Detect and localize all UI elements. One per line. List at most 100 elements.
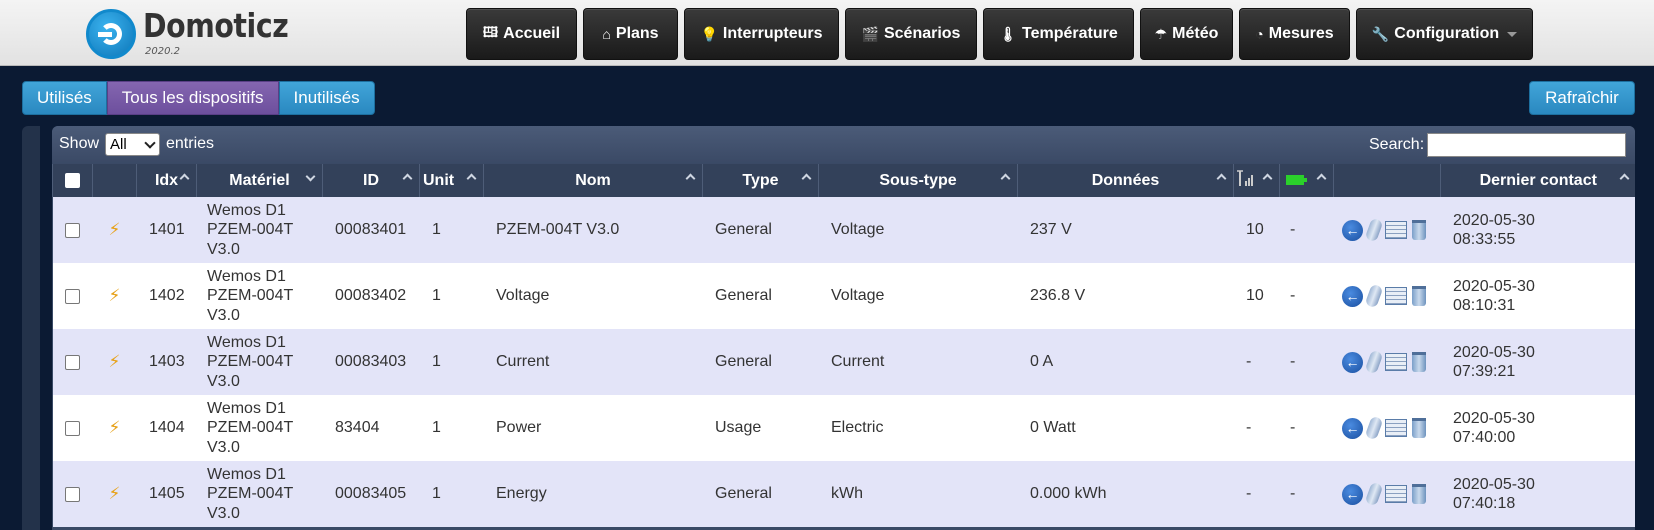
nav-meteo-button[interactable]: ☂ Météo [1140, 8, 1233, 60]
device-signal: 10 [1246, 287, 1264, 305]
device-idx: 1401 [149, 221, 185, 239]
row-checkbox[interactable] [65, 288, 80, 304]
device-data: 237 V [1030, 221, 1072, 239]
search-input[interactable] [1427, 133, 1626, 157]
row-checkbox[interactable] [65, 354, 80, 370]
back-arrow-icon[interactable]: ← [1342, 285, 1363, 307]
col-unit[interactable]: Unit [419, 164, 484, 197]
search-label: Search: [1369, 136, 1425, 153]
device-hardware: Wemos D1 PZEM-004T V3.0 [207, 465, 294, 522]
device-type-cell: ⚡ [93, 395, 137, 461]
icon-column-header [92, 164, 137, 197]
sort-asc-icon [179, 173, 190, 184]
device-unit: 1 [432, 353, 441, 371]
edit-pen-icon[interactable] [1364, 349, 1384, 375]
device-last-seen: 2020-05-30 07:40:18 [1453, 475, 1535, 513]
col-name[interactable]: Nom [483, 164, 703, 197]
select-all-header [52, 164, 93, 197]
table-row[interactable]: ⚡ 1404 Wemos D1 PZEM-004T V3.0 83404 1 Power Usa… [52, 395, 1635, 461]
table-row[interactable]: ⚡ 1401 Wemos D1 PZEM-004T V3.0 00083401 1 PZEM-… [52, 197, 1635, 263]
filter-used-button[interactable]: Utilisés [22, 81, 107, 115]
col-idx[interactable]: Idx [136, 164, 197, 197]
electricity-bolt-icon: ⚡ [108, 351, 121, 371]
log-icon[interactable] [1385, 287, 1407, 305]
row-checkbox[interactable] [65, 486, 80, 502]
col-hardware[interactable]: Matériel [196, 164, 323, 197]
back-arrow-icon[interactable]: ← [1342, 219, 1363, 241]
nav-scenarios-button[interactable]: 🎬 Scénarios [845, 8, 977, 60]
table-row[interactable]: ⚡ 1402 Wemos D1 PZEM-004T V3.0 00083402 1 Volta… [52, 263, 1635, 329]
device-data: 0 Watt [1030, 419, 1076, 437]
trash-icon[interactable] [1412, 484, 1426, 504]
edit-pen-icon[interactable] [1364, 415, 1384, 441]
table-row[interactable]: ⚡ 1405 Wemos D1 PZEM-004T V3.0 00083405 1 Energ… [52, 461, 1635, 527]
col-battery[interactable] [1279, 164, 1334, 197]
device-data: 0 A [1030, 353, 1054, 371]
trash-icon[interactable] [1412, 286, 1426, 306]
col-actions [1333, 164, 1441, 197]
entries-select[interactable]: All [105, 133, 160, 156]
device-id: 00083403 [335, 353, 407, 371]
nav-configuration-button[interactable]: 🔧 Configuration [1356, 8, 1533, 60]
table-row[interactable]: ⚡ 1403 Wemos D1 PZEM-004T V3.0 00083403 1 Curre… [52, 329, 1635, 395]
lightbulb-icon: 💡 [700, 25, 718, 42]
row-checkbox[interactable] [65, 420, 80, 436]
sort-asc-icon [1619, 173, 1629, 184]
edit-pen-icon[interactable] [1364, 217, 1384, 243]
nav-interrupteurs-button[interactable]: 💡 Interrupteurs [684, 8, 839, 60]
filter-all-button[interactable]: Tous les dispositifs [106, 81, 279, 115]
row-checkbox[interactable] [65, 222, 80, 238]
device-hardware: Wemos D1 PZEM-004T V3.0 [207, 399, 294, 456]
device-actions: ← [1334, 197, 1441, 263]
sort-asc-icon [1000, 173, 1011, 184]
col-signal[interactable] [1233, 164, 1280, 197]
col-last-seen[interactable]: Dernier contact [1440, 164, 1635, 197]
trash-icon[interactable] [1412, 418, 1426, 438]
log-icon[interactable] [1385, 419, 1407, 437]
device-id: 00083405 [335, 485, 407, 503]
row-select-cell [53, 197, 93, 263]
device-name: PZEM-004T V3.0 [496, 221, 620, 239]
back-arrow-icon[interactable]: ← [1342, 483, 1363, 505]
col-subtype[interactable]: Sous-type [818, 164, 1018, 197]
select-all-checkbox[interactable] [65, 172, 80, 188]
nav-temperature-button[interactable]: 🌡 Température [983, 8, 1134, 60]
table-header-row: Idx Matériel ID Unit Nom Type Sous-type … [52, 164, 1635, 197]
col-id[interactable]: ID [322, 164, 420, 197]
nav-plans-button[interactable]: ⌂ Plans [583, 8, 678, 60]
filter-unused-button[interactable]: Inutilisés [278, 81, 375, 115]
device-type: General [715, 353, 772, 371]
col-data[interactable]: Données [1017, 164, 1234, 197]
trash-icon[interactable] [1412, 352, 1426, 372]
device-unit: 1 [432, 419, 441, 437]
col-type[interactable]: Type [702, 164, 819, 197]
device-type-cell: ⚡ [93, 197, 137, 263]
nav-accueil-button[interactable]: 🖽 Accueil [466, 8, 577, 60]
device-subtype: Voltage [831, 221, 885, 239]
device-id: 83404 [335, 419, 380, 437]
chevron-down-icon [1507, 31, 1518, 37]
device-actions: ← [1334, 461, 1441, 527]
row-select-cell [53, 395, 93, 461]
devices-panel: Show All entries Search: Idx Matériel ID… [52, 126, 1635, 530]
back-arrow-icon[interactable]: ← [1342, 417, 1363, 439]
log-icon[interactable] [1385, 221, 1407, 239]
device-type: Usage [715, 419, 762, 437]
log-icon[interactable] [1385, 353, 1407, 371]
device-type-cell: ⚡ [93, 263, 137, 329]
device-hardware: Wemos D1 PZEM-004T V3.0 [207, 333, 294, 390]
clapper-icon: 🎬 [861, 25, 879, 42]
gauge-icon: ◔ [1255, 26, 1264, 42]
device-subtype: Current [831, 353, 885, 371]
back-arrow-icon[interactable]: ← [1342, 351, 1363, 373]
refresh-button[interactable]: Rafraîchir [1529, 81, 1635, 115]
device-type-cell: ⚡ [93, 329, 137, 395]
edit-pen-icon[interactable] [1364, 283, 1384, 309]
device-id: 00083401 [335, 221, 407, 239]
nav-mesures-button[interactable]: ◔ Mesures [1239, 8, 1350, 60]
device-name: Power [496, 419, 542, 437]
trash-icon[interactable] [1412, 220, 1426, 240]
log-icon[interactable] [1385, 485, 1407, 503]
domoticz-logo-icon[interactable] [86, 9, 136, 59]
edit-pen-icon[interactable] [1364, 481, 1384, 507]
